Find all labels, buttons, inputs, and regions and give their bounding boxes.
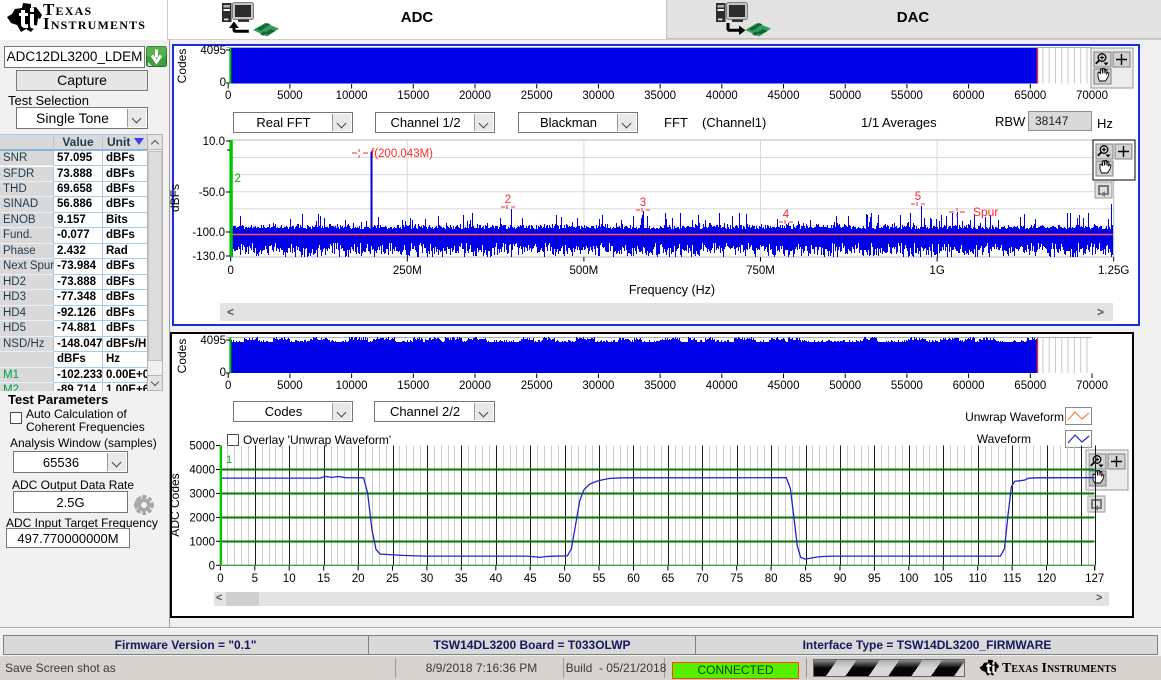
svg-text:1000: 1000 <box>189 536 215 548</box>
svg-text:25000: 25000 <box>521 90 553 102</box>
svg-text:35000: 35000 <box>644 380 676 392</box>
svg-text:55000: 55000 <box>891 90 923 102</box>
svg-text:70000: 70000 <box>1076 90 1108 102</box>
svg-text:25000: 25000 <box>521 380 553 392</box>
svg-text:50: 50 <box>558 573 571 585</box>
svg-text:25: 25 <box>386 573 399 585</box>
svg-text:3000: 3000 <box>189 488 215 500</box>
svg-text:100: 100 <box>899 573 918 585</box>
svg-text:60: 60 <box>627 573 640 585</box>
svg-text:5000: 5000 <box>277 380 303 392</box>
svg-text:20: 20 <box>352 573 365 585</box>
svg-text:70000: 70000 <box>1076 380 1108 392</box>
svg-text:55: 55 <box>593 573 606 585</box>
svg-text:0: 0 <box>220 77 226 89</box>
svg-text:90: 90 <box>834 573 847 585</box>
svg-text:0: 0 <box>217 573 223 585</box>
svg-text:60000: 60000 <box>953 90 985 102</box>
svg-text:4095: 4095 <box>200 335 226 347</box>
svg-text:4000: 4000 <box>189 465 215 477</box>
svg-text:30000: 30000 <box>582 90 614 102</box>
svg-text:95: 95 <box>868 573 881 585</box>
svg-text:250M: 250M <box>393 265 422 277</box>
svg-text:55000: 55000 <box>891 380 923 392</box>
svg-text:65000: 65000 <box>1014 380 1046 392</box>
svg-text:65000: 65000 <box>1014 90 1046 102</box>
svg-text:0: 0 <box>225 90 231 102</box>
svg-text:80: 80 <box>765 573 778 585</box>
svg-text:750M: 750M <box>746 265 775 277</box>
svg-text:0: 0 <box>220 367 226 379</box>
svg-text:40000: 40000 <box>706 90 738 102</box>
svg-text:4095: 4095 <box>200 45 226 57</box>
svg-text:2000: 2000 <box>189 512 215 524</box>
svg-text:30000: 30000 <box>582 380 614 392</box>
svg-text:-130.0: -130.0 <box>192 251 225 263</box>
svg-text:Codes: Codes <box>175 339 189 374</box>
svg-text:15000: 15000 <box>397 90 429 102</box>
svg-text:30: 30 <box>421 573 434 585</box>
svg-text:5000: 5000 <box>189 441 215 453</box>
svg-text:110: 110 <box>969 573 987 585</box>
svg-text:45: 45 <box>524 573 537 585</box>
svg-text:5: 5 <box>252 573 258 585</box>
svg-text:0: 0 <box>225 380 231 392</box>
svg-text:3: 3 <box>640 197 646 209</box>
svg-text:1.25G: 1.25G <box>1098 265 1129 277</box>
svg-text:40: 40 <box>489 573 502 585</box>
svg-text:10000: 10000 <box>336 90 368 102</box>
svg-text:-100.0: -100.0 <box>192 227 225 239</box>
svg-text:115: 115 <box>1003 573 1021 585</box>
svg-text:15: 15 <box>317 573 330 585</box>
svg-text:20000: 20000 <box>459 380 491 392</box>
svg-text:0: 0 <box>209 560 215 572</box>
svg-text:500M: 500M <box>570 265 599 277</box>
svg-text:40000: 40000 <box>706 380 738 392</box>
svg-text:50000: 50000 <box>829 380 861 392</box>
svg-text:85: 85 <box>799 573 812 585</box>
svg-text:10: 10 <box>283 573 296 585</box>
svg-text:10.0: 10.0 <box>203 136 225 148</box>
svg-text:1G: 1G <box>929 265 944 277</box>
svg-text:105: 105 <box>934 573 953 585</box>
svg-text:65: 65 <box>662 573 675 585</box>
svg-text:2: 2 <box>505 194 511 206</box>
svg-text:45000: 45000 <box>768 380 800 392</box>
svg-text:2: 2 <box>235 173 241 185</box>
svg-text:Frequency (Hz): Frequency (Hz) <box>629 283 715 297</box>
svg-text:70: 70 <box>696 573 709 585</box>
svg-text:dBFs: dBFs <box>168 184 182 212</box>
svg-text:60000: 60000 <box>953 380 985 392</box>
svg-text:15000: 15000 <box>397 380 429 392</box>
svg-text:127: 127 <box>1085 573 1104 585</box>
svg-text:50000: 50000 <box>829 90 861 102</box>
svg-text:5000: 5000 <box>277 90 303 102</box>
svg-text:1: 1 <box>226 454 232 466</box>
svg-text:Spur: Spur <box>973 205 998 219</box>
svg-text:10000: 10000 <box>336 380 368 392</box>
svg-text:f(200.043M): f(200.043M) <box>371 148 433 160</box>
svg-text:-50.0: -50.0 <box>199 187 225 199</box>
svg-text:75: 75 <box>730 573 743 585</box>
svg-text:120: 120 <box>1037 573 1056 585</box>
svg-text:5: 5 <box>915 191 921 203</box>
svg-text:35: 35 <box>455 573 468 585</box>
svg-text:ADC Codes: ADC Codes <box>168 473 182 536</box>
svg-text:35000: 35000 <box>644 90 676 102</box>
svg-text:4: 4 <box>783 209 790 221</box>
svg-text:20000: 20000 <box>459 90 491 102</box>
svg-text:Codes: Codes <box>175 49 189 84</box>
svg-text:45000: 45000 <box>768 90 800 102</box>
svg-text:0: 0 <box>227 265 233 277</box>
